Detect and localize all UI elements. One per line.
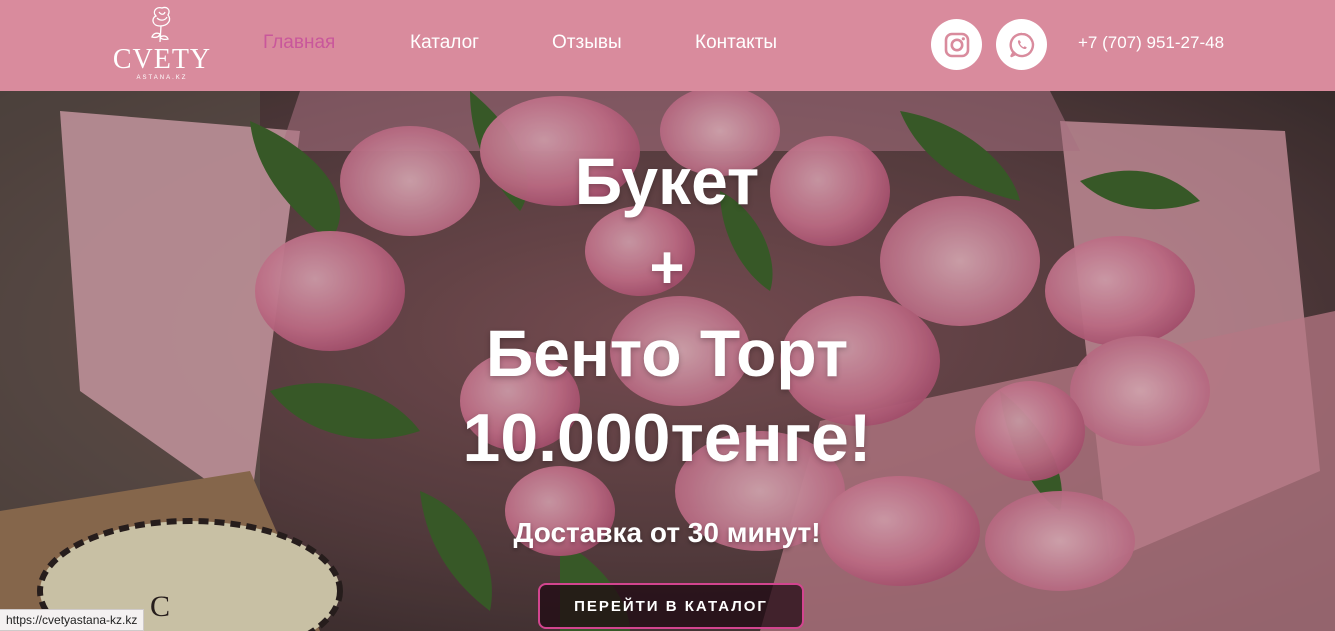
hero-title-line-1: Букет: [574, 144, 760, 218]
hero-title-line-3: Бенто Торт: [485, 316, 849, 390]
logo[interactable]: CVETY ASTANA.KZ: [110, 4, 214, 86]
nav-catalog[interactable]: Каталог: [410, 32, 479, 54]
logo-subtitle: ASTANA.KZ: [136, 75, 188, 81]
whatsapp-icon: [1008, 32, 1034, 57]
rose-logo-icon: [151, 6, 171, 43]
hero-title-price: 10.000тенге!: [462, 400, 872, 476]
instagram-button[interactable]: [931, 19, 982, 70]
whatsapp-button[interactable]: [996, 19, 1047, 70]
nav-reviews[interactable]: Отзывы: [552, 32, 622, 54]
logo-wordmark: CVETY: [112, 44, 212, 75]
nav-contacts[interactable]: Контакты: [695, 32, 777, 54]
hero-subtitle: Доставка от 30 минут!: [513, 517, 821, 548]
instagram-icon: [944, 32, 969, 57]
phone-number[interactable]: +7 (707) 951-27-48: [1078, 33, 1224, 53]
hero-title-plus: +: [649, 234, 685, 301]
go-to-catalog-button[interactable]: ПЕРЕЙТИ В КАТАЛОГ: [538, 583, 804, 629]
site-header: CVETY ASTANA.KZ Главная Каталог Отзывы К…: [0, 0, 1335, 91]
nav-home[interactable]: Главная: [263, 32, 335, 54]
hero-section: C Букет + Бенто Торт 10.000тенге! Достав…: [0, 91, 1335, 631]
status-bar-url: https://cvetyastana-kz.kz: [0, 609, 145, 631]
